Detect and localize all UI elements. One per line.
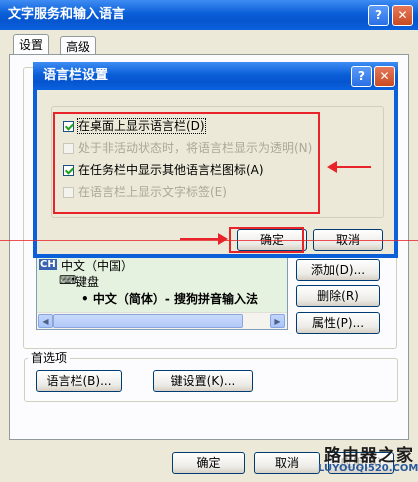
dialog-title: 语言栏设置 [43,68,109,83]
keyboard-label: 键盘 [75,275,100,289]
preferences-label: 首选项 [28,349,71,366]
watermark-title: 路由器之家 [324,446,414,466]
language-bar-button[interactable]: 语言栏(B)... [36,370,122,392]
add-button[interactable]: 添加(D)... [296,259,380,281]
window-title-bar[interactable]: 文字服务和输入语言 [0,0,418,30]
dialog-close-icon[interactable]: ✕ [374,66,395,87]
help-icon[interactable]: ? [368,5,389,26]
scroll-thumb[interactable] [53,314,243,328]
annotation-guide-line [0,240,418,241]
key-settings-button[interactable]: 键设置(K)... [153,370,253,392]
horizontal-scrollbar[interactable]: ◀ ▶ [37,312,287,329]
installed-services-list[interactable]: CH 中文（中国） ⌨ 键盘 • 中文（简体）- 搜狗拼音输入法 ◀ ▶ [36,256,288,330]
tab-settings[interactable]: 设置 [13,34,50,56]
scroll-left-icon[interactable]: ◀ [38,314,53,328]
language-item[interactable]: 中文（中国） [61,257,133,274]
tab-advanced[interactable]: 高级 [60,36,97,56]
dialog-title-bar[interactable]: 语言栏设置 [33,62,398,90]
keyboard-icon: ⌨ [59,273,77,287]
close-icon[interactable]: ✕ [392,5,413,26]
window-title: 文字服务和输入语言 [8,7,126,22]
annotation-box-options [53,112,320,214]
annotation-arrow-left [327,161,371,173]
scroll-right-icon[interactable]: ▶ [270,314,285,328]
language-code-icon: CH [39,259,57,270]
outer-cancel-button[interactable]: 取消 [254,452,320,474]
outer-ok-button[interactable]: 确定 [172,452,245,474]
delete-button[interactable]: 删除(R) [296,285,380,307]
watermark-url: LUYOUQI520.COM [318,463,418,474]
properties-button[interactable]: 属性(P)... [296,312,380,334]
dialog-help-icon[interactable]: ? [351,66,372,87]
ime-item[interactable]: • 中文（简体）- 搜狗拼音输入法 [81,290,258,307]
